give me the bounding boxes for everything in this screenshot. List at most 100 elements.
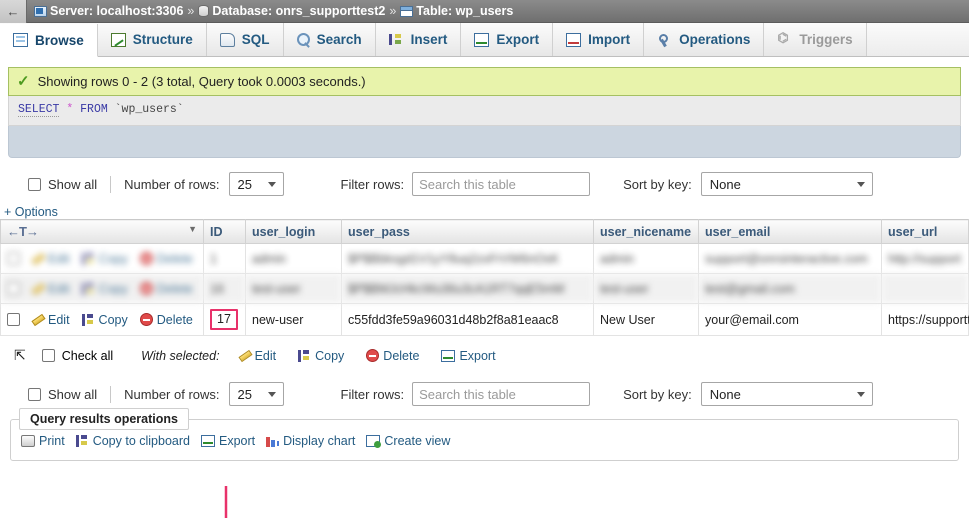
table-header-user-email[interactable]: user_email (698, 219, 882, 244)
delete-icon (366, 349, 380, 362)
show-all-label-bottom: Show all (48, 386, 98, 402)
breadcrumb-server-label: Server: localhost:3306 (50, 4, 184, 18)
table-row-new-user[interactable]: Edit Copy Delete 17 new-user c55fdd3fe59… (0, 303, 969, 336)
row-delete-link[interactable]: Delete (139, 312, 193, 327)
row-edit-link[interactable]: Edit (31, 282, 70, 296)
row-delete-label: Delete (156, 312, 193, 327)
copy-to-clipboard-button[interactable]: Copy to clipboard (75, 434, 190, 448)
export-button[interactable]: Export (200, 434, 256, 448)
bulk-export-button[interactable]: Export (441, 349, 496, 363)
display-chart-button[interactable]: Display chart (266, 434, 355, 448)
table-header-actions[interactable]: ←T→ ▼ (0, 219, 204, 244)
copy-icon (81, 313, 95, 326)
table-row[interactable]: Edit Copy Delete 16 test-user $P$BMJcHkc… (0, 273, 969, 304)
table-header-user-nicename[interactable]: user_nicename (593, 219, 699, 244)
options-toggle-link[interactable]: + Options (4, 205, 58, 219)
check-icon: ✓ (17, 73, 30, 90)
tab-export-label: Export (496, 32, 540, 47)
breadcrumb-server[interactable]: Server: localhost:3306 (27, 4, 183, 18)
sort-by-key-value-bottom: None (709, 386, 741, 402)
show-all-checkbox-top[interactable] (28, 177, 41, 191)
number-of-rows-select-top[interactable]: 25 (228, 172, 284, 196)
cell-user-url: http://support (881, 243, 969, 274)
table-header-user-pass[interactable]: user_pass (341, 219, 594, 244)
show-all-checkbox-bottom[interactable] (28, 387, 41, 401)
tab-browse[interactable]: Browse (0, 24, 98, 57)
create-view-button[interactable]: Create view (366, 434, 450, 448)
tab-import[interactable]: Import (553, 23, 645, 56)
tab-structure[interactable]: Structure (97, 23, 207, 56)
copy-icon (81, 282, 95, 295)
cell-user-login: test-user (245, 273, 342, 304)
create-view-icon (366, 435, 382, 448)
table-header-user-url[interactable]: user_url (881, 219, 969, 244)
tab-triggers[interactable]: Triggers (764, 23, 867, 56)
browse-icon (13, 33, 28, 47)
bulk-copy-button[interactable]: Copy (298, 349, 344, 363)
sort-by-key-label-bottom: Sort by key: (623, 386, 692, 402)
select-all-arrow-icon[interactable]: ⇱ (14, 347, 26, 364)
filter-rows-input-bottom[interactable]: Search this table (412, 382, 591, 406)
print-button[interactable]: Print (21, 434, 65, 448)
sort-by-key-select-bottom[interactable]: None (700, 382, 873, 406)
import-icon (566, 32, 582, 47)
table-header-user-login[interactable]: user_login (245, 219, 342, 244)
row-edit-link[interactable]: Edit (31, 313, 70, 327)
filter-rows-input-top[interactable]: Search this table (412, 172, 591, 196)
bulk-edit-button[interactable]: Edit (238, 349, 277, 363)
server-icon (34, 5, 47, 17)
tab-operations[interactable]: Operations (644, 23, 765, 56)
sort-by-key-select-top[interactable]: None (700, 172, 873, 196)
pencil-icon (31, 314, 44, 326)
breadcrumb-table[interactable]: Table: wp_users (400, 4, 513, 18)
show-all-label-top: Show all (48, 176, 98, 192)
tab-insert[interactable]: Insert (375, 23, 462, 56)
export-icon (441, 349, 456, 362)
row-copy-label: Copy (98, 281, 128, 296)
number-of-rows-select-bottom[interactable]: 25 (228, 382, 284, 406)
divider (110, 385, 112, 403)
row-delete-link[interactable]: Delete (139, 282, 193, 296)
copy-icon (81, 252, 95, 265)
query-success-text: Showing rows 0 - 2 (3 total, Query took … (37, 74, 366, 89)
row-actions-cell: Edit Copy Delete (0, 273, 204, 304)
cell-id: 1 (203, 243, 246, 274)
check-all-checkbox[interactable] (41, 349, 55, 362)
divider (110, 175, 112, 193)
bulk-delete-button[interactable]: Delete (366, 349, 419, 363)
breadcrumb: ← Server: localhost:3306 » Database: onr… (0, 0, 969, 23)
copy-to-clipboard-label: Copy to clipboard (92, 434, 190, 448)
filter-rows-placeholder-bottom: Search this table (419, 386, 516, 402)
row-edit-label: Edit (48, 312, 70, 327)
row-copy-link[interactable]: Copy (81, 252, 128, 266)
query-action-bar (8, 126, 961, 158)
table-row[interactable]: Edit Copy Delete 1 admin $P$Bbksgd1V1yY8… (0, 243, 969, 274)
tab-sql[interactable]: SQL (206, 23, 284, 56)
row-actions-cell: Edit Copy Delete (0, 303, 204, 336)
export-icon (474, 32, 490, 47)
export-label: Export (218, 434, 256, 448)
back-arrow-icon: ← (6, 3, 20, 19)
options-toggle[interactable]: + Options (0, 196, 969, 219)
breadcrumb-database[interactable]: Database: onrs_supporttest2 (198, 4, 385, 18)
tab-export[interactable]: Export (461, 23, 554, 56)
row-copy-link[interactable]: Copy (81, 281, 128, 296)
row-copy-link[interactable]: Copy (81, 313, 128, 327)
main-tab-bar: Browse Structure SQL Search Insert Expor… (0, 23, 969, 57)
row-checkbox[interactable] (7, 252, 20, 265)
executed-sql-query: SELECT * FROM `wp_users` (8, 96, 961, 126)
table-header-id[interactable]: ID (203, 219, 246, 244)
sort-by-key-value-top: None (709, 176, 741, 192)
tab-search[interactable]: Search (283, 23, 376, 56)
cell-user-nicename: admin (593, 243, 699, 274)
print-label: Print (39, 434, 65, 448)
back-button[interactable]: ← (0, 0, 27, 23)
tab-browse-label: Browse (35, 32, 84, 48)
row-edit-link[interactable]: Edit (31, 252, 70, 266)
chevron-down-icon[interactable]: ▼ (188, 224, 197, 234)
row-checkbox[interactable] (7, 282, 20, 295)
row-checkbox[interactable] (7, 313, 20, 326)
cell-user-login: new-user (245, 303, 342, 336)
query-results-operations-panel: Query results operations Print Copy to c… (10, 408, 959, 461)
row-delete-link[interactable]: Delete (139, 252, 193, 266)
